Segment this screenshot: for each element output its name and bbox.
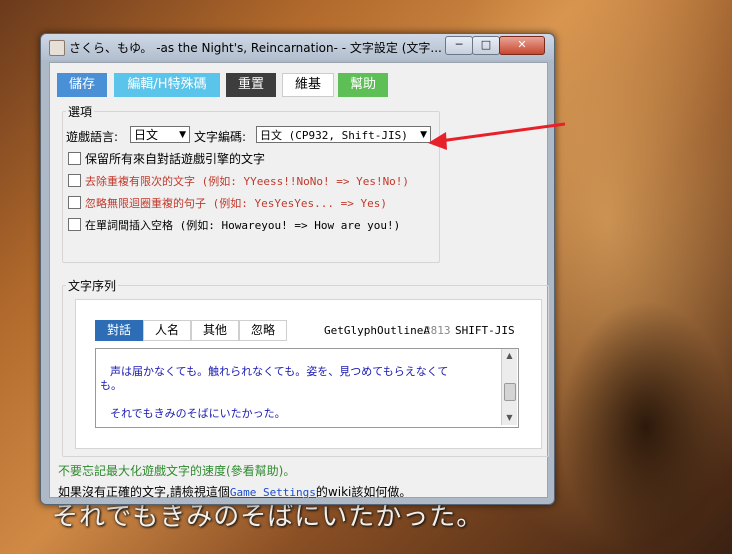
arrow-head-icon (428, 132, 447, 150)
arrow-shaft (439, 122, 566, 143)
annotation-arrow (428, 122, 566, 150)
